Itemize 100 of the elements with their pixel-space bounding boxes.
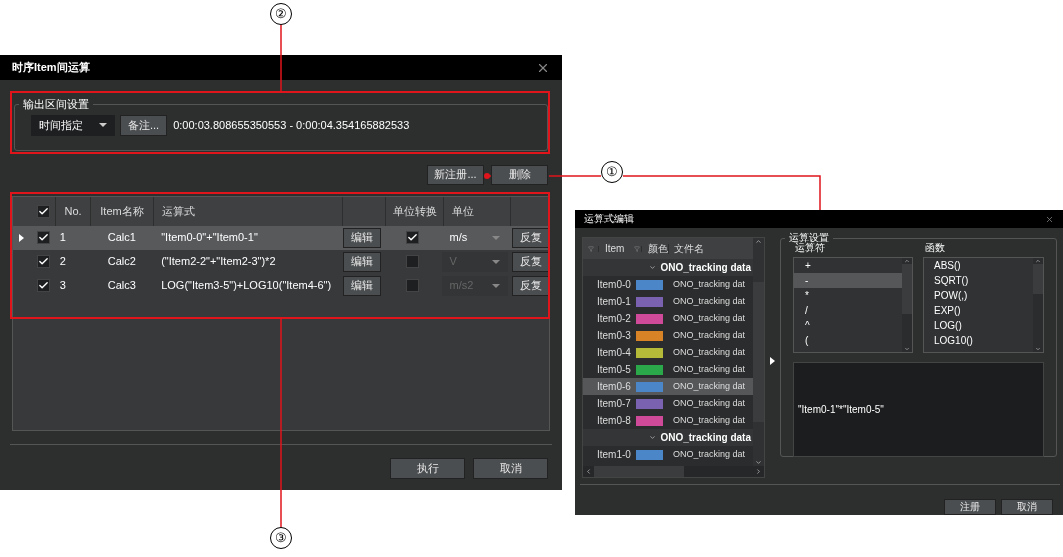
add-arrow-icon[interactable] [770, 356, 775, 365]
item-row[interactable]: Item0-8 ONO_tracking dat [583, 412, 753, 429]
time-range: 0:00:03.808655350553 - 0:00:04.354165882533 [173, 117, 410, 133]
item-name: Item0-7 [597, 397, 631, 409]
window-title: 运算式编辑 [584, 214, 634, 224]
list-label: 运算符 [795, 243, 826, 253]
convert-checkbox[interactable] [406, 279, 420, 292]
row-checkbox[interactable] [36, 279, 50, 292]
item-row[interactable]: Item0-5 ONO_tracking dat [583, 361, 753, 378]
row-checkbox[interactable] [36, 231, 50, 244]
unit-dropdown[interactable]: m/s [441, 227, 509, 248]
dialog-button[interactable]: 编辑 [343, 275, 382, 296]
dialog-button[interactable]: 反复 [512, 251, 549, 272]
operator-item[interactable]: ( [794, 333, 902, 348]
scroll-right-icon[interactable] [755, 468, 762, 475]
scroll-up-icon[interactable] [1035, 258, 1041, 264]
leader-line [280, 24, 282, 93]
file-name: ONO_tracking dat [672, 348, 746, 357]
function-item[interactable]: LOG() [924, 318, 1033, 333]
column-header: Item [604, 243, 626, 254]
file-name: ONO_tracking dat [672, 382, 746, 391]
row-pointer-icon [19, 233, 25, 242]
convert-checkbox[interactable] [406, 255, 420, 268]
function-item[interactable]: SQRT() [924, 273, 1033, 288]
expand-icon[interactable] [649, 264, 657, 271]
dialog-button[interactable]: 删除 [491, 164, 548, 185]
expand-icon[interactable] [649, 434, 657, 441]
scroll-down-icon[interactable] [755, 459, 762, 466]
function-item[interactable]: ABS() [924, 258, 1033, 273]
item-row[interactable]: Item1-0 ONO_tracking dat [583, 446, 753, 463]
dropdown-arrow-icon [492, 283, 501, 288]
item-name: Item0-6 [597, 380, 631, 392]
group-title: 运算设置 [788, 233, 830, 243]
file-name: ONO_tracking dat [672, 280, 746, 289]
vertical-scrollbar[interactable] [902, 258, 912, 352]
convert-checkbox[interactable] [406, 231, 420, 244]
scroll-up-icon[interactable] [904, 258, 910, 264]
operator-item[interactable]: * [794, 288, 902, 303]
item-name: Item0-3 [597, 329, 631, 341]
file-name: ONO_tracking dat [672, 450, 746, 459]
item-name: Item0-4 [597, 346, 631, 358]
column-header: 颜色 [642, 243, 669, 254]
callout-number: ② [270, 3, 292, 25]
dialog-button[interactable]: 备注... [120, 114, 168, 136]
dialog-button[interactable]: 取消 [1001, 499, 1053, 515]
item-row[interactable]: Item0-7 ONO_tracking dat [583, 395, 753, 412]
callout-number: ① [601, 161, 623, 183]
scroll-down-icon[interactable] [904, 346, 910, 352]
dialog-button[interactable]: 反复 [512, 227, 549, 248]
dialog-button[interactable]: 反复 [512, 275, 549, 296]
horizontal-scrollbar[interactable] [583, 466, 764, 477]
item-row[interactable]: Item0-3 ONO_tracking dat [583, 327, 753, 344]
vertical-scrollbar[interactable] [753, 238, 764, 466]
dialog-button[interactable]: 执行 [390, 457, 465, 479]
item-row[interactable]: Item0-4 ONO_tracking dat [583, 344, 753, 361]
scroll-down-icon[interactable] [1035, 346, 1041, 352]
row-checkbox[interactable] [36, 255, 50, 268]
dialog-button[interactable]: 新注册... [427, 164, 484, 185]
expression-field[interactable]: "Item0-1"*"Item0-5" [793, 362, 1044, 457]
file-name: ONO_tracking dat [672, 416, 746, 425]
dropdown-arrow-icon [99, 123, 107, 127]
item-name: Item0-5 [597, 363, 631, 375]
close-icon[interactable] [1045, 214, 1054, 224]
table-row[interactable]: 1 Calc1 "Item0-0"+"Item0-1" 编辑 m/s 反复 [13, 225, 549, 250]
operator-item[interactable]: - [794, 273, 902, 288]
scroll-left-icon[interactable] [585, 468, 592, 475]
operator-item[interactable]: ^ [794, 318, 902, 333]
item-name: Item0-1 [597, 295, 631, 307]
table-cell-text: 1 [58, 230, 67, 246]
dialog-button[interactable]: 编辑 [343, 227, 382, 248]
dialog-button[interactable]: 注册 [944, 499, 996, 515]
item-row[interactable]: Item0-2 ONO_tracking dat [583, 310, 753, 327]
function-item[interactable]: POW(,) [924, 288, 1033, 303]
scroll-up-icon[interactable] [755, 238, 762, 245]
file-name: ONO_tracking dat [672, 297, 746, 306]
group-row[interactable]: ONO_tracking data [583, 429, 753, 446]
file-name: ONO_tracking dat [672, 331, 746, 340]
select-all-checkbox[interactable] [36, 204, 50, 218]
dialog-button[interactable]: 取消 [473, 457, 548, 479]
file-name: ONO_tracking dat [672, 399, 746, 408]
mode-dropdown[interactable]: 时间指定 [31, 114, 115, 136]
vertical-scrollbar[interactable] [1033, 258, 1043, 352]
group-row[interactable]: ONO_tracking data [583, 259, 753, 276]
item-row[interactable]: Item0-0 ONO_tracking dat [583, 276, 753, 293]
function-item[interactable]: EXP() [924, 303, 1033, 318]
column-header: 运算式 [154, 196, 343, 226]
table-cell-text: 3 [58, 278, 67, 294]
dialog-button[interactable]: 编辑 [343, 251, 382, 272]
function-item[interactable]: LOG10() [924, 333, 1033, 348]
file-name: ONO_tracking dat [672, 365, 746, 374]
leader-line [548, 175, 602, 177]
list-label: 函数 [924, 243, 946, 253]
group-title: 输出区间设置 [22, 97, 90, 112]
leader-line [484, 173, 492, 179]
column-header: No. [56, 196, 91, 226]
operator-item[interactable]: / [794, 303, 902, 318]
operator-item[interactable]: + [794, 258, 902, 273]
callout-number: ③ [270, 527, 292, 549]
item-row[interactable]: Item0-6 ONO_tracking dat [583, 378, 753, 395]
item-row[interactable]: Item0-1 ONO_tracking dat [583, 293, 753, 310]
